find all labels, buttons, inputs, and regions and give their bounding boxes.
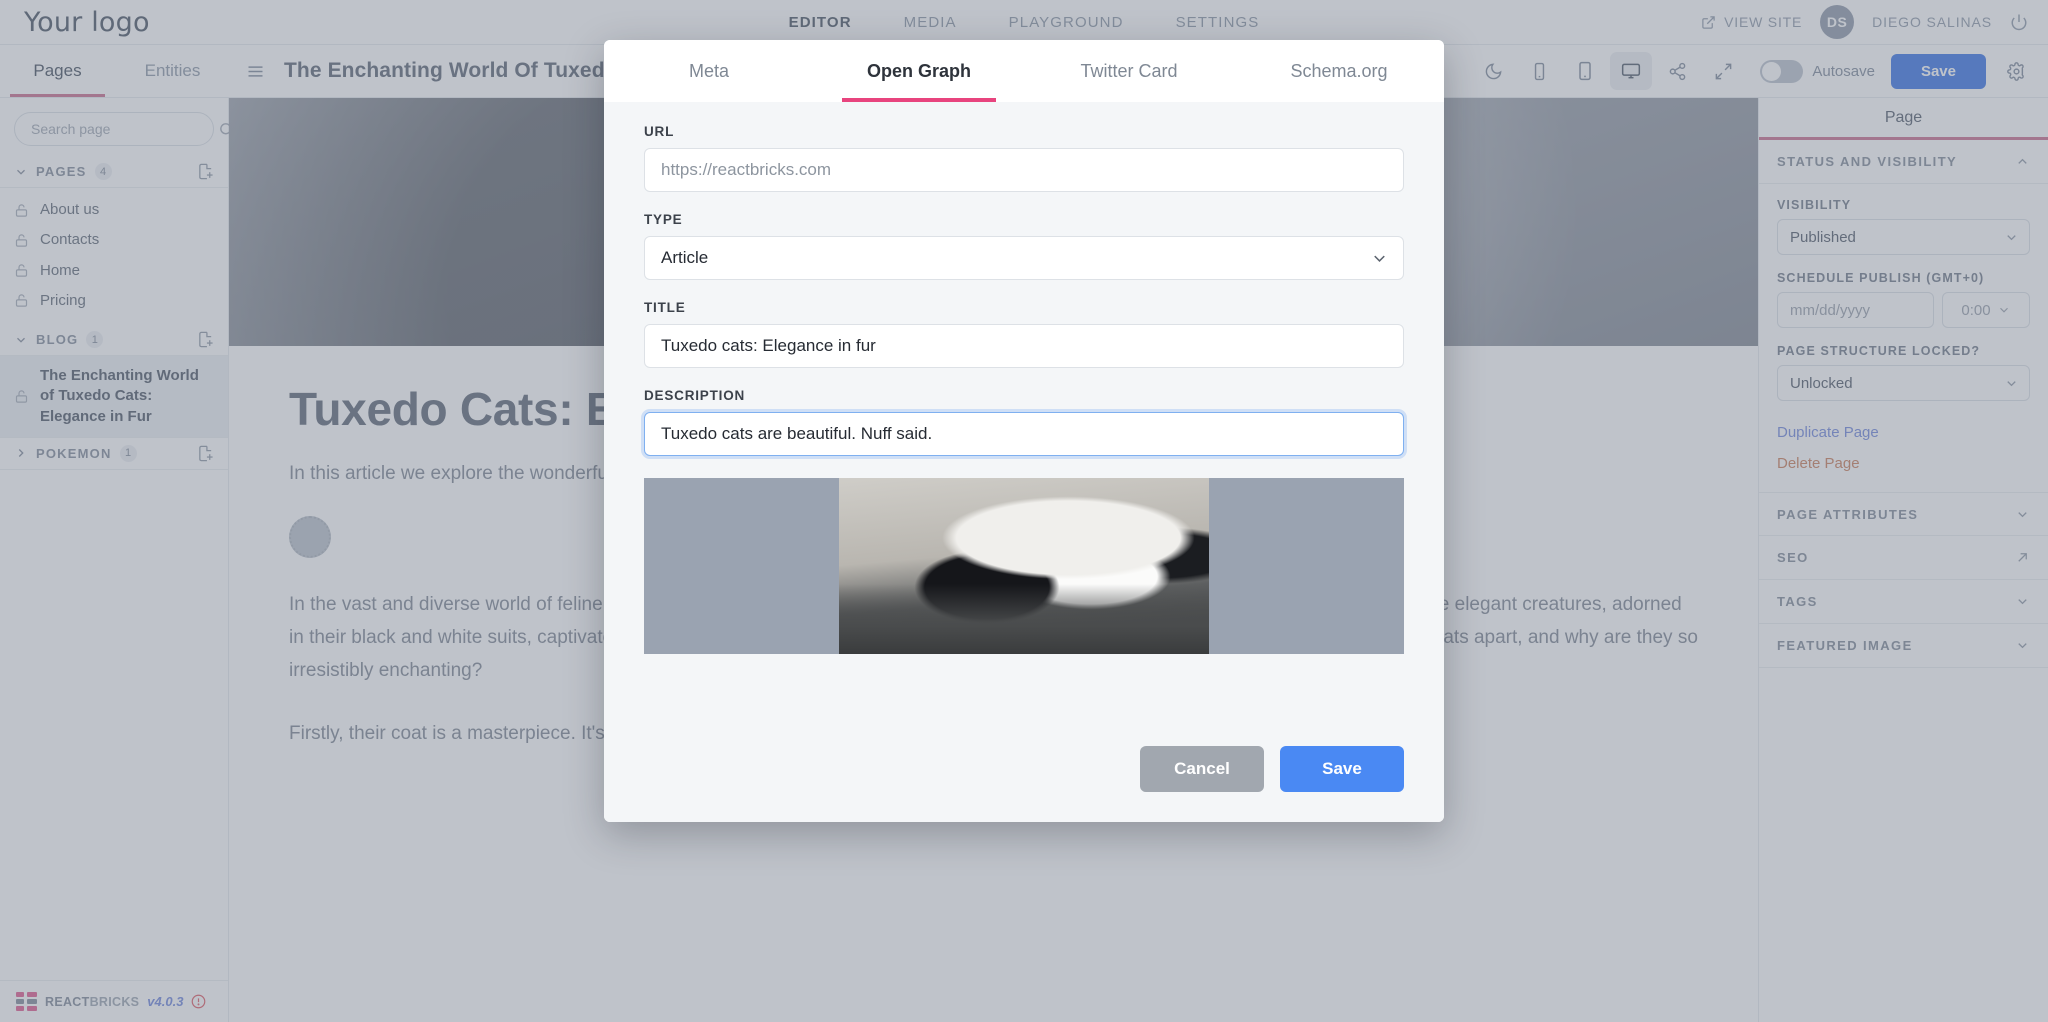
modal-tabs: Meta Open Graph Twitter Card Schema.org [604,40,1444,102]
chevron-down-icon [1370,249,1389,268]
url-label: URL [644,124,675,139]
tab-twitter-card[interactable]: Twitter Card [1024,40,1234,102]
type-label: TYPE [644,212,683,227]
og-image-preview[interactable] [644,478,1404,654]
type-value: Article [661,248,709,267]
seo-settings-modal: Meta Open Graph Twitter Card Schema.org … [604,40,1444,822]
tab-schema-org[interactable]: Schema.org [1234,40,1444,102]
field-url: URL [644,124,1404,192]
cancel-button[interactable]: Cancel [1140,746,1264,792]
title-label: TITLE [644,300,686,315]
field-type: TYPE Article [644,212,1404,280]
url-input[interactable] [644,148,1404,192]
modal-footer: Cancel Save [604,730,1444,822]
field-description: DESCRIPTION [644,388,1404,456]
title-input[interactable] [644,324,1404,368]
modal-body: URL TYPE Article TITLE DESCRIPTION [604,102,1444,730]
tab-open-graph[interactable]: Open Graph [814,40,1024,102]
description-input[interactable] [644,412,1404,456]
tab-meta[interactable]: Meta [604,40,814,102]
field-title: TITLE [644,300,1404,368]
type-select[interactable]: Article [644,236,1404,280]
og-image [839,478,1209,654]
modal-save-button[interactable]: Save [1280,746,1404,792]
description-label: DESCRIPTION [644,388,746,403]
app-root: Your logo EDITOR MEDIA PLAYGROUND SETTIN… [0,0,2048,1022]
